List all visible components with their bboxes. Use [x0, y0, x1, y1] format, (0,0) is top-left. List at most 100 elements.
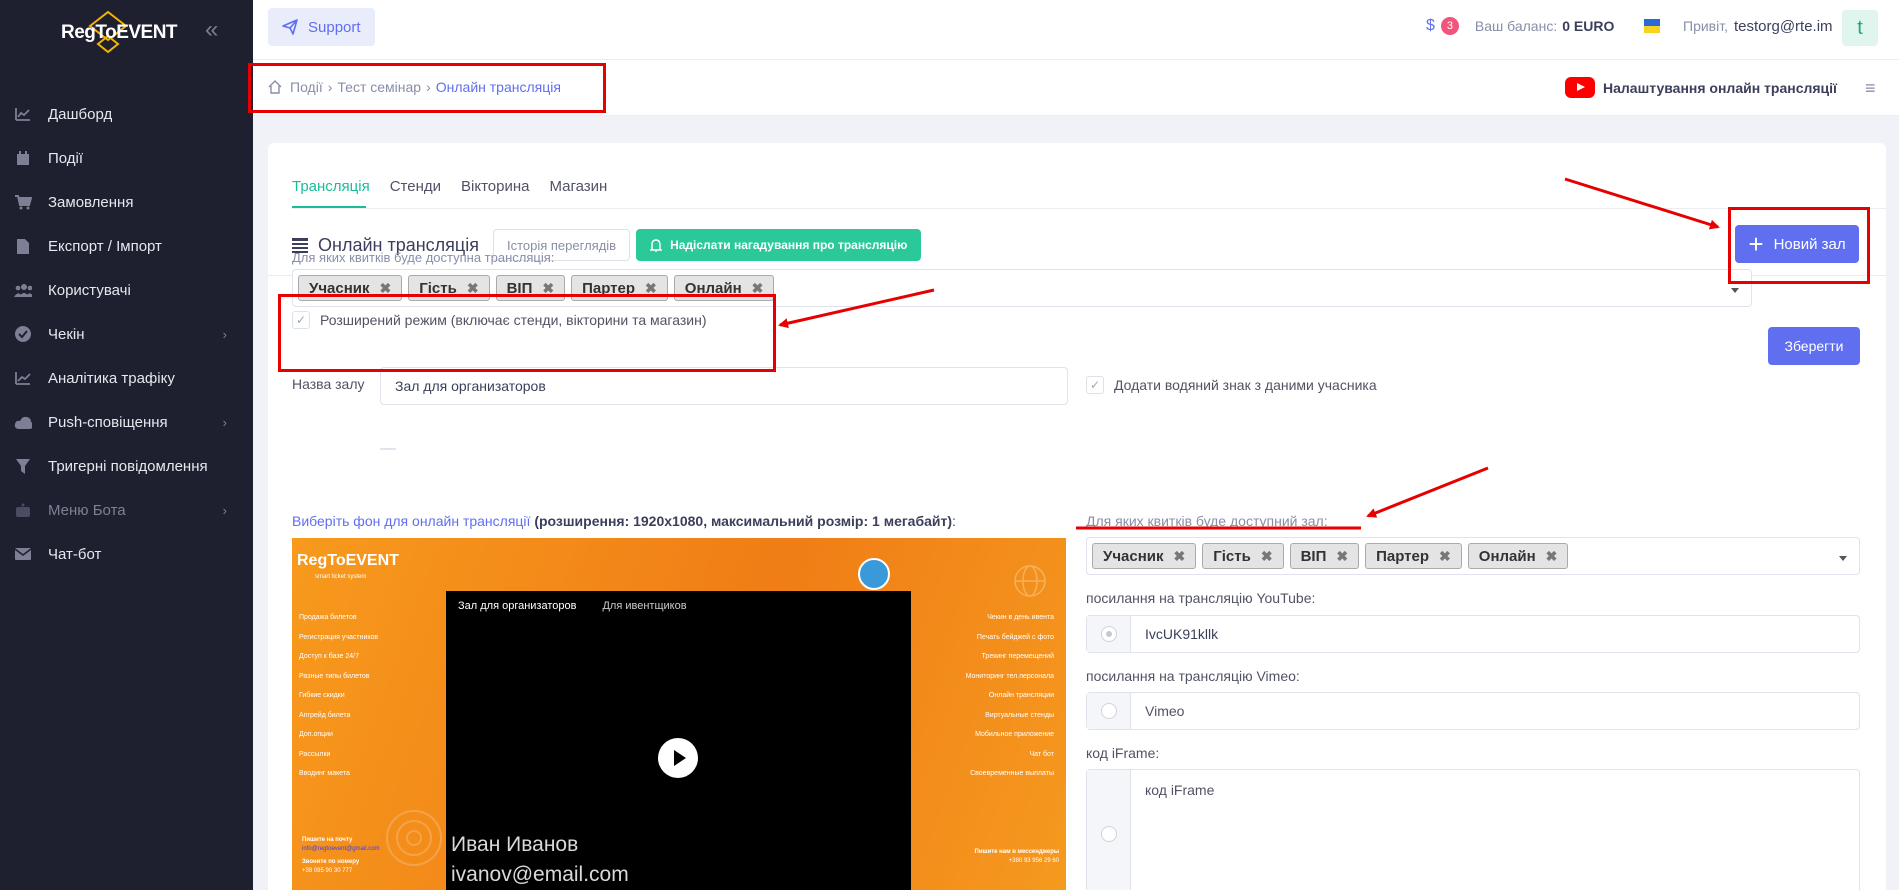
ticket-tag: Учасник ✖: [1092, 543, 1197, 569]
app-logo-text: RegToEVENT: [61, 22, 178, 43]
check-circle-icon: [14, 325, 32, 343]
tab-bar: Трансляція Стенди Вікторина Магазин: [292, 178, 607, 195]
chevron-double-left-icon[interactable]: «: [205, 16, 218, 44]
sidebar-item-label: Замовлення: [48, 193, 134, 211]
vimeo-placeholder: Vimeo: [1145, 703, 1185, 719]
sidebar-item-label: Дашборд: [48, 105, 113, 123]
sidebar-item-checkin[interactable]: Чекін ›: [0, 312, 253, 356]
annotation-tickets-box: [278, 294, 776, 372]
balance-value: 0 EURO: [1562, 18, 1615, 34]
preview-watermark: Иван Иванов ivanov@email.com: [451, 833, 629, 886]
support-button[interactable]: Support: [268, 8, 375, 46]
hall-tickets-select[interactable]: Учасник ✖ Гість ✖ ВІП ✖ Партер ✖ Онлайн ✖: [1086, 537, 1860, 575]
sidebar-item-dashboard[interactable]: Дашборд: [0, 92, 253, 136]
iframe-radio[interactable]: [1100, 826, 1117, 842]
vimeo-label: посилання на трансляцію Vimeo:: [1086, 668, 1300, 684]
greeting-text: Привіт,: [1683, 18, 1728, 34]
tab-shop[interactable]: Магазин: [549, 178, 607, 195]
dollar-icon: $: [1426, 17, 1435, 34]
sidebar-item-label: Чекін: [48, 325, 85, 343]
youtube-input[interactable]: IvcUK91kllk: [1086, 615, 1860, 653]
stream-settings-link[interactable]: Налаштування онлайн трансляції: [1565, 77, 1837, 98]
mail-icon: [858, 558, 890, 590]
send-reminder-button[interactable]: Надіслати нагадування про трансляцію: [636, 229, 922, 261]
sidebar-item-label: Аналітика трафіку: [48, 369, 175, 387]
iframe-radio-wrap: [1087, 770, 1131, 890]
vimeo-radio[interactable]: [1100, 703, 1117, 719]
target-icon: [386, 810, 442, 866]
annotation-new-hall-box: [1728, 207, 1870, 284]
preview-logo-sub: smart ticket system: [315, 574, 367, 580]
analytics-icon: [14, 369, 32, 387]
save-button[interactable]: Зберегти: [1768, 327, 1860, 365]
remove-tag-icon[interactable]: ✖: [1174, 548, 1186, 565]
youtube-radio-wrap: [1087, 616, 1131, 652]
globe-icon: [1014, 565, 1046, 597]
iframe-label: код iFrame:: [1086, 745, 1160, 761]
sidebar-item-trigger-messages[interactable]: Тригерні повідомлення: [0, 444, 253, 488]
tab-quiz[interactable]: Вікторина: [461, 178, 529, 195]
chevron-down-icon[interactable]: [1731, 288, 1739, 293]
main-card: Трансляція Стенди Вікторина Магазин Онла…: [268, 143, 1886, 890]
tab-broadcast[interactable]: Трансляція: [292, 178, 370, 195]
remove-tag-icon[interactable]: ✖: [1336, 548, 1348, 565]
avatar[interactable]: t: [1842, 10, 1878, 46]
ukraine-flag-icon[interactable]: [1644, 19, 1660, 33]
sidebar: RegToEVENT « Дашборд Події Замовлення Ек…: [0, 0, 253, 890]
tab-stands[interactable]: Стенди: [390, 178, 441, 195]
background-label: Виберіть фон для онлайн трансляції (розш…: [292, 513, 956, 529]
watermark-checkbox[interactable]: ✓ Додати водяний знак з даними учасника: [1086, 376, 1377, 394]
sidebar-item-push[interactable]: Push-сповіщення ›: [0, 400, 253, 444]
sidebar-item-events[interactable]: Події: [0, 136, 253, 180]
youtube-label: посилання на трансляцію YouTube:: [1086, 590, 1316, 606]
tab-active-indicator: [292, 206, 366, 208]
topbar: Support $ 3 Ваш баланс: 0 EURO Привіт, te…: [253, 0, 1899, 60]
watermark-label: Додати водяний знак з даними учасника: [1114, 377, 1377, 393]
iframe-placeholder: код iFrame: [1145, 782, 1215, 798]
sidebar-item-bot-menu[interactable]: Меню Бота ›: [0, 488, 253, 532]
sidebar-item-orders[interactable]: Замовлення: [0, 180, 253, 224]
users-icon: [14, 281, 32, 299]
sidebar-item-traffic-analytics[interactable]: Аналітика трафіку: [0, 356, 253, 400]
ticket-tag: Гість ✖: [1202, 543, 1284, 569]
play-icon: [658, 738, 698, 778]
sidebar-item-export-import[interactable]: Експорт / Імпорт: [0, 224, 253, 268]
vimeo-input[interactable]: Vimeo: [1086, 692, 1860, 730]
bell-icon: [650, 238, 663, 252]
hall-name-input-wrap: [380, 448, 396, 450]
preview-messengers: Пишите нам в мессенджеры +380 93 956 29 …: [974, 849, 1060, 864]
app-logo[interactable]: RegToEVENT: [50, 6, 178, 56]
annotation-breadcrumb-box: [248, 63, 606, 113]
hamburger-menu-icon[interactable]: ≡: [1865, 78, 1876, 99]
youtube-radio[interactable]: [1100, 626, 1117, 642]
paper-plane-icon: [282, 19, 298, 35]
remove-tag-icon[interactable]: ✖: [1261, 548, 1273, 565]
tab-divider: [292, 208, 1886, 209]
sidebar-item-label: Події: [48, 149, 84, 167]
preview-left-list: Продажа билетов Регистрация участников Дос…: [299, 614, 379, 777]
chevron-right-icon: ›: [222, 326, 227, 342]
calendar-icon: [14, 149, 32, 167]
hall-name-input[interactable]: Зал для организаторов: [380, 367, 1068, 405]
chart-icon: [14, 105, 32, 123]
iframe-textarea[interactable]: код iFrame: [1086, 769, 1860, 890]
remove-tag-icon[interactable]: ✖: [1546, 548, 1558, 565]
checkbox[interactable]: ✓: [1086, 376, 1104, 394]
chevron-down-icon[interactable]: [1839, 556, 1847, 561]
sidebar-item-label: Експорт / Імпорт: [48, 237, 162, 255]
hall-tickets-label: Для яких квитків буде доступний зал:: [1086, 513, 1328, 529]
balance-label: Ваш баланс:: [1474, 18, 1558, 34]
user-greeting[interactable]: Привіт, testorg@rte.im: [1683, 18, 1833, 35]
preview-video-tabs: Зал для организаторов Для ивентщиков: [458, 600, 687, 612]
balance-widget[interactable]: $ 3 Ваш баланс: 0 EURO: [1426, 17, 1614, 35]
bot-icon: [14, 501, 32, 519]
preview-logo: RegToEVENT smart ticket system: [297, 552, 399, 580]
ticket-tag: Онлайн ✖: [1467, 543, 1569, 569]
background-preview-image[interactable]: RegToEVENT smart ticket system Продажа б…: [292, 538, 1066, 890]
remove-tag-icon[interactable]: ✖: [1439, 548, 1451, 565]
preview-right-list: Чекин в день ивента Печать бейджей с фото…: [965, 614, 1054, 777]
sidebar-item-users[interactable]: Користувачі: [0, 268, 253, 312]
notification-badge: 3: [1440, 17, 1459, 35]
sidebar-item-chatbot[interactable]: Чат-бот: [0, 532, 253, 576]
youtube-value: IvcUK91kllk: [1145, 626, 1219, 642]
